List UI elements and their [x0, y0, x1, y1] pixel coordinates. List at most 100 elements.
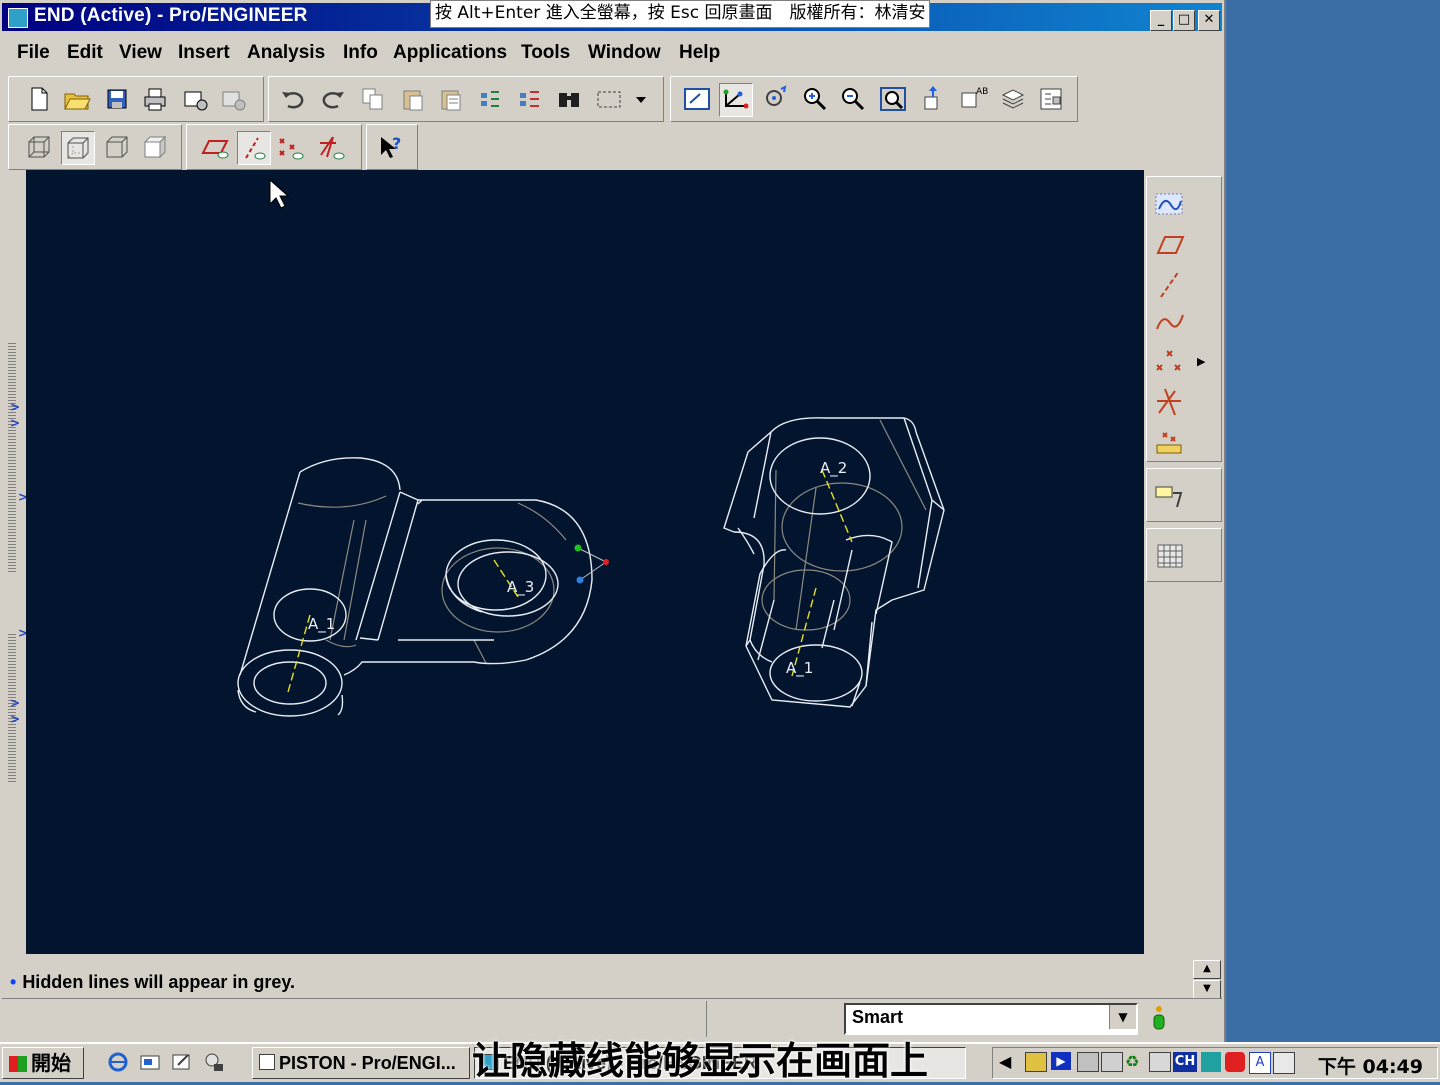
media-player-icon[interactable]: ▶	[1051, 1052, 1071, 1070]
select-box-icon[interactable]	[593, 83, 625, 115]
menu-file[interactable]: File	[17, 42, 50, 64]
table-group	[1146, 528, 1222, 582]
menu-tools[interactable]: Tools	[521, 42, 570, 64]
menu-view[interactable]: View	[119, 42, 162, 64]
wireframe-icon[interactable]	[23, 131, 55, 163]
datum-label-a3[interactable]: A_3	[507, 578, 534, 597]
scroll-down-button[interactable]: ▼	[1193, 980, 1221, 999]
ime-language-icon[interactable]: CH	[1173, 1052, 1197, 1072]
app-icon[interactable]	[8, 8, 28, 28]
redraw-icon[interactable]	[681, 83, 713, 115]
menu-edit[interactable]: Edit	[67, 42, 103, 64]
saved-views-icon[interactable]: AB	[957, 83, 989, 115]
datum-label-a2[interactable]: A_2	[820, 459, 847, 478]
zoom-in-icon[interactable]	[799, 83, 831, 115]
task-piston[interactable]: PISTON - Pro/ENGI...	[252, 1047, 470, 1079]
tray-capture-icon[interactable]	[1149, 1052, 1171, 1072]
shading-icon[interactable]	[139, 131, 171, 163]
ime-width-icon[interactable]: A	[1249, 1052, 1271, 1074]
ime-mode-icon[interactable]	[1201, 1052, 1221, 1072]
left-sash[interactable]: > > > > > >	[4, 172, 28, 956]
datum-axis-tool-icon[interactable]	[1153, 267, 1187, 301]
datum-label-a1-left[interactable]: A_1	[308, 615, 335, 634]
context-help-icon[interactable]: ?	[375, 131, 407, 163]
regenerate-icon[interactable]	[473, 83, 505, 115]
start-button[interactable]: 開始	[2, 1047, 84, 1079]
datum-axes-toggle-icon[interactable]	[237, 131, 271, 165]
model-viewport[interactable]: A_1 A_3 A_2 A_1	[26, 170, 1144, 954]
network-icon[interactable]	[1077, 1052, 1099, 1072]
model-tree-icon[interactable]	[1035, 83, 1067, 115]
open-folder-icon[interactable]	[61, 83, 93, 115]
orient-mode-icon[interactable]	[759, 83, 791, 115]
volume-icon[interactable]: ◀	[999, 1052, 1011, 1071]
refit-icon[interactable]	[877, 83, 909, 115]
channels-icon[interactable]	[202, 1050, 226, 1074]
sketch-tool-icon[interactable]	[1153, 187, 1187, 221]
datum-points-toggle-icon[interactable]	[275, 131, 307, 163]
maximize-button[interactable]: □	[1173, 10, 1195, 31]
ie-icon[interactable]	[106, 1050, 130, 1074]
menu-applications[interactable]: Applications	[393, 42, 507, 64]
menu-help[interactable]: Help	[679, 42, 720, 64]
expand-chevron-icon[interactable]: >	[10, 696, 20, 710]
menu-bar: File Edit View Insert Analysis Info Appl…	[2, 36, 1220, 72]
ime-keyboard-icon[interactable]	[1273, 1052, 1295, 1074]
traffic-light-icon[interactable]	[1150, 1004, 1168, 1032]
menu-window[interactable]: Window	[588, 42, 661, 64]
ime-status-icon[interactable]	[1225, 1052, 1245, 1072]
datum-label-a1-right[interactable]: A_1	[786, 659, 813, 678]
tray-app-icon[interactable]	[1025, 1052, 1047, 1072]
no-hidden-icon[interactable]	[101, 131, 133, 163]
windows-logo-icon	[9, 1056, 27, 1072]
coord-sys-tool-icon[interactable]	[1153, 385, 1187, 419]
datum-curve-tool-icon[interactable]	[1153, 305, 1187, 339]
close-button[interactable]: ✕	[1198, 10, 1220, 31]
menu-info[interactable]: Info	[343, 42, 378, 64]
zoom-out-icon[interactable]	[837, 83, 869, 115]
regen-manager-icon[interactable]	[513, 83, 545, 115]
show-desktop-icon[interactable]	[138, 1050, 162, 1074]
print-icon[interactable]	[139, 83, 171, 115]
minimize-button[interactable]: _	[1150, 10, 1172, 31]
paste-special-icon[interactable]	[435, 83, 467, 115]
menu-insert[interactable]: Insert	[178, 42, 230, 64]
hidden-line-icon[interactable]	[61, 131, 95, 165]
find-icon[interactable]	[553, 83, 585, 115]
new-file-icon[interactable]	[23, 83, 55, 115]
menu-analysis[interactable]: Analysis	[247, 42, 325, 64]
message-text: Hidden lines will appear in grey.	[22, 972, 296, 992]
save-icon[interactable]	[101, 83, 133, 115]
send-mail-attach-icon[interactable]	[217, 83, 249, 115]
copy-icon[interactable]	[357, 83, 389, 115]
chevron-down-icon[interactable]: ▼	[1109, 1005, 1136, 1029]
outlook-icon[interactable]	[170, 1050, 194, 1074]
clock[interactable]: 下午 04:49	[1318, 1052, 1423, 1079]
table-tool-icon[interactable]	[1153, 539, 1187, 573]
spin-center-icon[interactable]	[719, 83, 753, 117]
datum-planes-toggle-icon[interactable]	[199, 131, 231, 163]
analysis-feature-icon[interactable]	[1153, 425, 1187, 459]
flyout-arrow-icon[interactable]: ▶	[1197, 355, 1205, 368]
datum-plane-tool-icon[interactable]	[1153, 227, 1187, 261]
expand-chevron-icon[interactable]: >	[10, 400, 20, 414]
tray-recycle-icon[interactable]: ♻	[1125, 1052, 1145, 1071]
expand-chevron-icon[interactable]: >	[10, 712, 20, 726]
send-mail-icon[interactable]	[179, 83, 211, 115]
graphics-window[interactable]: A_1 A_3 A_2 A_1	[26, 170, 1144, 954]
note-tool-icon[interactable]	[1153, 479, 1187, 513]
undo-icon[interactable]	[277, 83, 309, 115]
select-dropdown-icon[interactable]	[631, 83, 651, 115]
datum-point-tool-icon[interactable]	[1153, 345, 1187, 379]
scroll-up-button[interactable]: ▲	[1193, 960, 1221, 979]
start-label: 開始	[31, 1051, 71, 1075]
redo-icon[interactable]	[317, 83, 349, 115]
paste-icon[interactable]	[397, 83, 429, 115]
tray-monitor-icon[interactable]	[1101, 1052, 1123, 1072]
expand-chevron-icon[interactable]: >	[10, 416, 20, 430]
reorient-icon[interactable]	[917, 83, 949, 115]
layers-icon[interactable]	[997, 83, 1029, 115]
video-subtitle: 让隐藏线能够显示在画面上	[472, 1039, 929, 1083]
proe-window: END (Active) - Pro/ENGINEER _ □ ✕ 按 Alt+…	[0, 0, 1226, 1042]
coord-sys-toggle-icon[interactable]	[315, 131, 347, 163]
